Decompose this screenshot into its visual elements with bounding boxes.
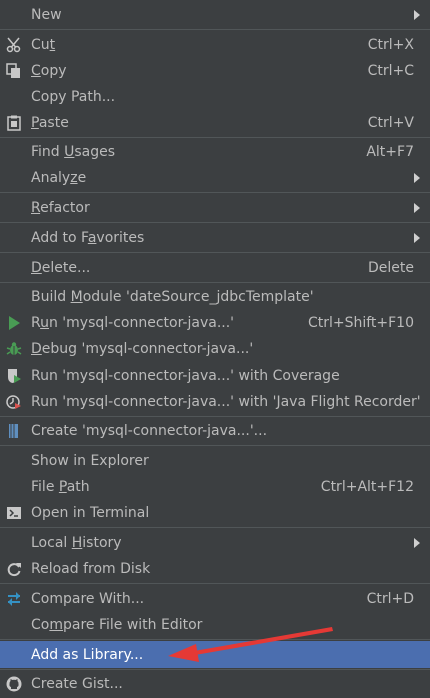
menu-item-local-history[interactable]: Local History (0, 530, 430, 556)
shortcut-run: Ctrl+Shift+F10 (307, 315, 414, 331)
menu-item-find-usages-label: Find Usages (31, 144, 116, 160)
menu-item-copy-path-label: Copy Path... (31, 89, 116, 105)
menu-item-reload-from-disk-label: Reload from Disk (31, 561, 151, 577)
menu-item-run-with-jfr-label: Run 'mysql-connector-java...' with 'Java… (31, 394, 421, 410)
submenu-arrow-icon (414, 173, 420, 183)
menu-item-compare-with-label: Compare With... (31, 591, 145, 607)
menu-item-copy-label: Copy (31, 63, 67, 79)
menu-separator (0, 137, 430, 138)
menu-item-open-in-terminal-label: Open in Terminal (31, 505, 150, 521)
menu-item-compare-with[interactable]: Compare With... Ctrl+D (0, 586, 430, 612)
menu-item-add-to-favorites-label: Add to Favorites (31, 230, 145, 246)
menu-item-debug[interactable]: Debug 'mysql-connector-java...' (0, 336, 430, 362)
menu-separator (0, 527, 430, 528)
menu-item-debug-label: Debug 'mysql-connector-java...' (31, 341, 254, 357)
menu-item-copy[interactable]: Copy Ctrl+C (0, 58, 430, 84)
menu-item-paste[interactable]: Paste Ctrl+V (0, 110, 430, 136)
menu-separator (0, 29, 430, 30)
menu-item-analyze-label: Analyze (31, 170, 87, 186)
menu-separator (0, 192, 430, 193)
copy-icon (6, 63, 22, 79)
submenu-arrow-icon (414, 233, 420, 243)
shortcut-cut: Ctrl+X (367, 37, 414, 53)
menu-separator (0, 416, 430, 417)
compare-arrows-icon (6, 591, 22, 607)
menu-item-open-in-terminal[interactable]: Open in Terminal (0, 500, 430, 526)
menu-item-create-gist-label: Create Gist... (31, 676, 123, 692)
clipboard-icon (6, 115, 22, 131)
coverage-shield-icon (6, 368, 22, 384)
menu-item-reload-from-disk[interactable]: Reload from Disk (0, 556, 430, 582)
menu-item-new-label: New (31, 7, 62, 23)
configuration-icon (6, 423, 22, 439)
menu-item-find-usages[interactable]: Find Usages Alt+F7 (0, 139, 430, 165)
menu-item-add-as-library-label: Add as Library... (31, 646, 144, 663)
menu-item-run-with-coverage[interactable]: Run 'mysql-connector-java...' with Cover… (0, 363, 430, 389)
menu-item-file-path-label: File Path (31, 479, 90, 495)
menu-separator (0, 583, 430, 584)
menu-item-create-configuration[interactable]: Create 'mysql-connector-java...'... (0, 418, 430, 444)
menu-item-paste-label: Paste (31, 115, 69, 131)
menu-item-run-label: Run 'mysql-connector-java...' (31, 315, 235, 331)
menu-item-refactor[interactable]: Refactor (0, 195, 430, 221)
shortcut-paste: Ctrl+V (367, 115, 414, 131)
menu-item-create-configuration-label: Create 'mysql-connector-java...'... (31, 423, 268, 439)
menu-item-show-in-explorer[interactable]: Show in Explorer (0, 448, 430, 474)
profiler-clock-icon (6, 394, 22, 410)
reload-icon (6, 561, 22, 577)
menu-item-compare-file-with-editor[interactable]: Compare File with Editor (0, 612, 430, 638)
run-play-icon (6, 315, 22, 331)
menu-item-create-gist[interactable]: Create Gist... (0, 671, 430, 697)
submenu-arrow-icon (414, 10, 420, 20)
menu-item-add-to-favorites[interactable]: Add to Favorites (0, 225, 430, 251)
submenu-arrow-icon (414, 538, 420, 548)
shortcut-find-usages: Alt+F7 (366, 144, 414, 160)
shortcut-delete: Delete (368, 260, 414, 276)
shortcut-copy: Ctrl+C (367, 63, 414, 79)
shortcut-file-path: Ctrl+Alt+F12 (320, 479, 414, 495)
menu-item-analyze[interactable]: Analyze (0, 165, 430, 191)
menu-item-cut-label: Cut (31, 37, 56, 53)
menu-item-show-in-explorer-label: Show in Explorer (31, 453, 149, 469)
menu-item-compare-file-with-editor-label: Compare File with Editor (31, 617, 203, 633)
menu-item-new[interactable]: New (0, 2, 430, 28)
terminal-icon (6, 505, 22, 521)
github-icon (6, 676, 22, 692)
menu-item-refactor-label: Refactor (31, 200, 90, 216)
menu-separator (0, 252, 430, 253)
menu-item-run-with-coverage-label: Run 'mysql-connector-java...' with Cover… (31, 368, 340, 384)
scissors-icon (6, 37, 22, 53)
submenu-arrow-icon (414, 203, 420, 213)
debug-bug-icon (6, 341, 22, 357)
menu-separator (0, 445, 430, 446)
menu-separator (0, 282, 430, 283)
menu-item-run[interactable]: Run 'mysql-connector-java...' Ctrl+Shift… (0, 310, 430, 336)
menu-item-delete-label: Delete... (31, 260, 91, 276)
menu-separator (0, 639, 430, 640)
menu-item-add-as-library[interactable]: Add as Library... (0, 641, 430, 668)
context-menu: New Cut Ctrl+X Copy Ctrl+C Copy Path... … (0, 0, 430, 698)
menu-separator (0, 222, 430, 223)
menu-item-cut[interactable]: Cut Ctrl+X (0, 32, 430, 58)
menu-item-run-with-jfr[interactable]: Run 'mysql-connector-java...' with 'Java… (0, 389, 430, 415)
menu-item-file-path[interactable]: File Path Ctrl+Alt+F12 (0, 474, 430, 500)
menu-item-local-history-label: Local History (31, 535, 122, 551)
menu-item-copy-path[interactable]: Copy Path... (0, 84, 430, 110)
menu-item-delete[interactable]: Delete... Delete (0, 255, 430, 281)
menu-item-build-module-label: Build Module 'dateSource_jdbcTemplate' (31, 289, 314, 305)
menu-separator (0, 669, 430, 670)
shortcut-compare-with: Ctrl+D (366, 591, 414, 607)
menu-item-build-module[interactable]: Build Module 'dateSource_jdbcTemplate' (0, 284, 430, 310)
